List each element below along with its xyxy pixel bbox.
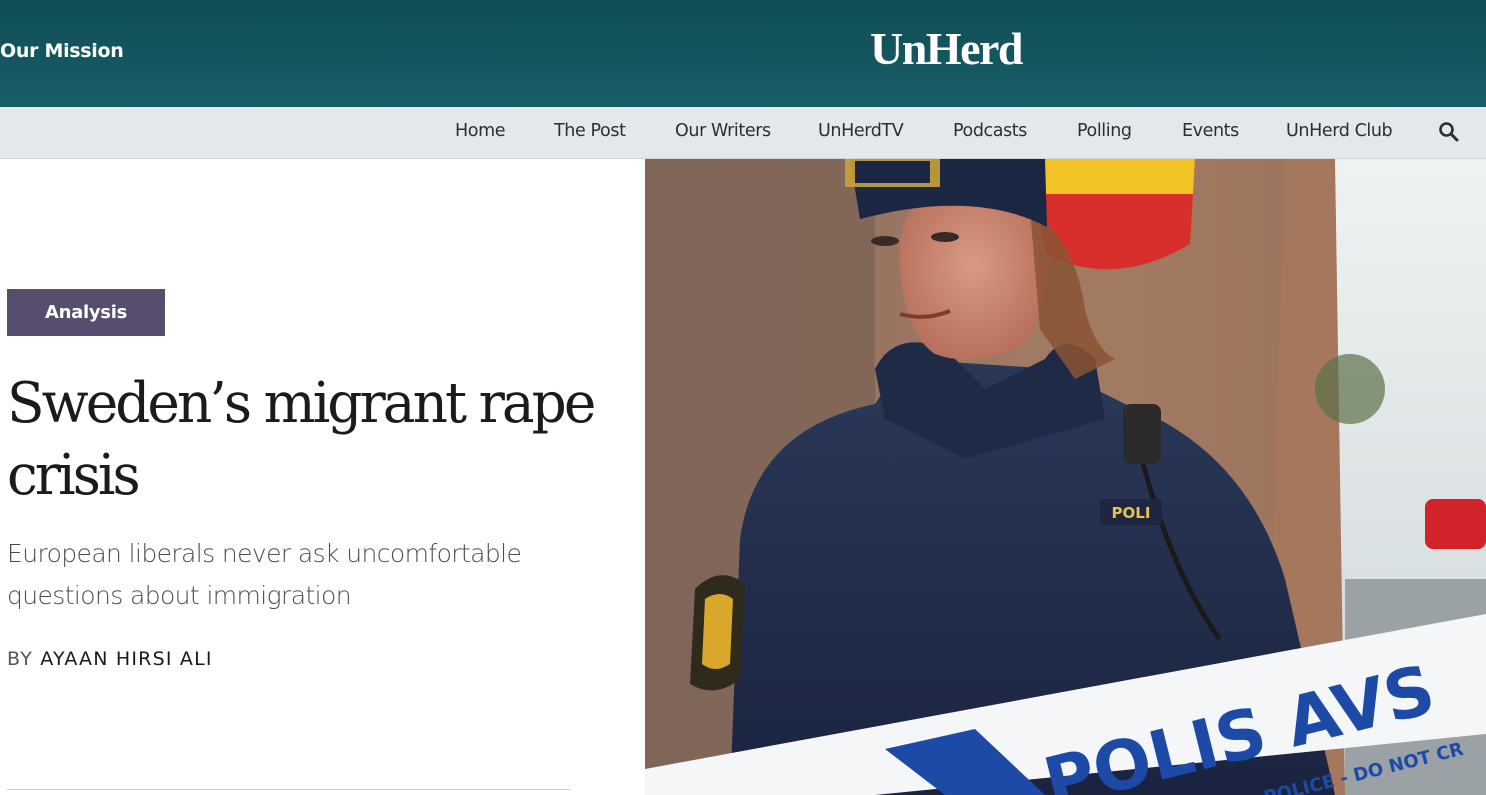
divider — [7, 789, 570, 790]
nav-item-unherd-club[interactable]: UnHerd Club — [1286, 121, 1393, 141]
site-header: Our Mission UnHerd — [0, 0, 1486, 107]
nav-item-our-writers[interactable]: Our Writers — [675, 121, 771, 141]
site-logo[interactable]: UnHerd — [870, 26, 1024, 72]
our-mission-link[interactable]: Our Mission — [0, 40, 124, 62]
author-link[interactable]: AYAAN HIRSI ALI — [40, 648, 212, 670]
nav-item-unherdtv[interactable]: UnHerdTV — [818, 121, 904, 141]
nav-item-the-post[interactable]: The Post — [554, 121, 626, 141]
badge-text: POLI — [1112, 504, 1151, 522]
nav-item-events[interactable]: Events — [1182, 121, 1239, 141]
category-tag[interactable]: Analysis — [7, 289, 165, 336]
search-icon[interactable] — [1438, 121, 1460, 143]
article-headline[interactable]: Sweden’s migrant rape crisis — [7, 368, 596, 512]
nav-item-polling[interactable]: Polling — [1077, 121, 1132, 141]
nav-item-home[interactable]: Home — [455, 121, 505, 141]
byline: BY AYAAN HIRSI ALI — [7, 648, 213, 670]
main-nav: Home The Post Our Writers UnHerdTV Podca… — [0, 107, 1486, 159]
byline-prefix: BY — [7, 648, 34, 670]
hero-image[interactable]: POLI POLIS AVS POLICE - DO NOT CR — [645, 159, 1486, 795]
nav-item-podcasts[interactable]: Podcasts — [953, 121, 1027, 141]
article-standfirst: European liberals never ask uncomfortabl… — [7, 539, 522, 610]
